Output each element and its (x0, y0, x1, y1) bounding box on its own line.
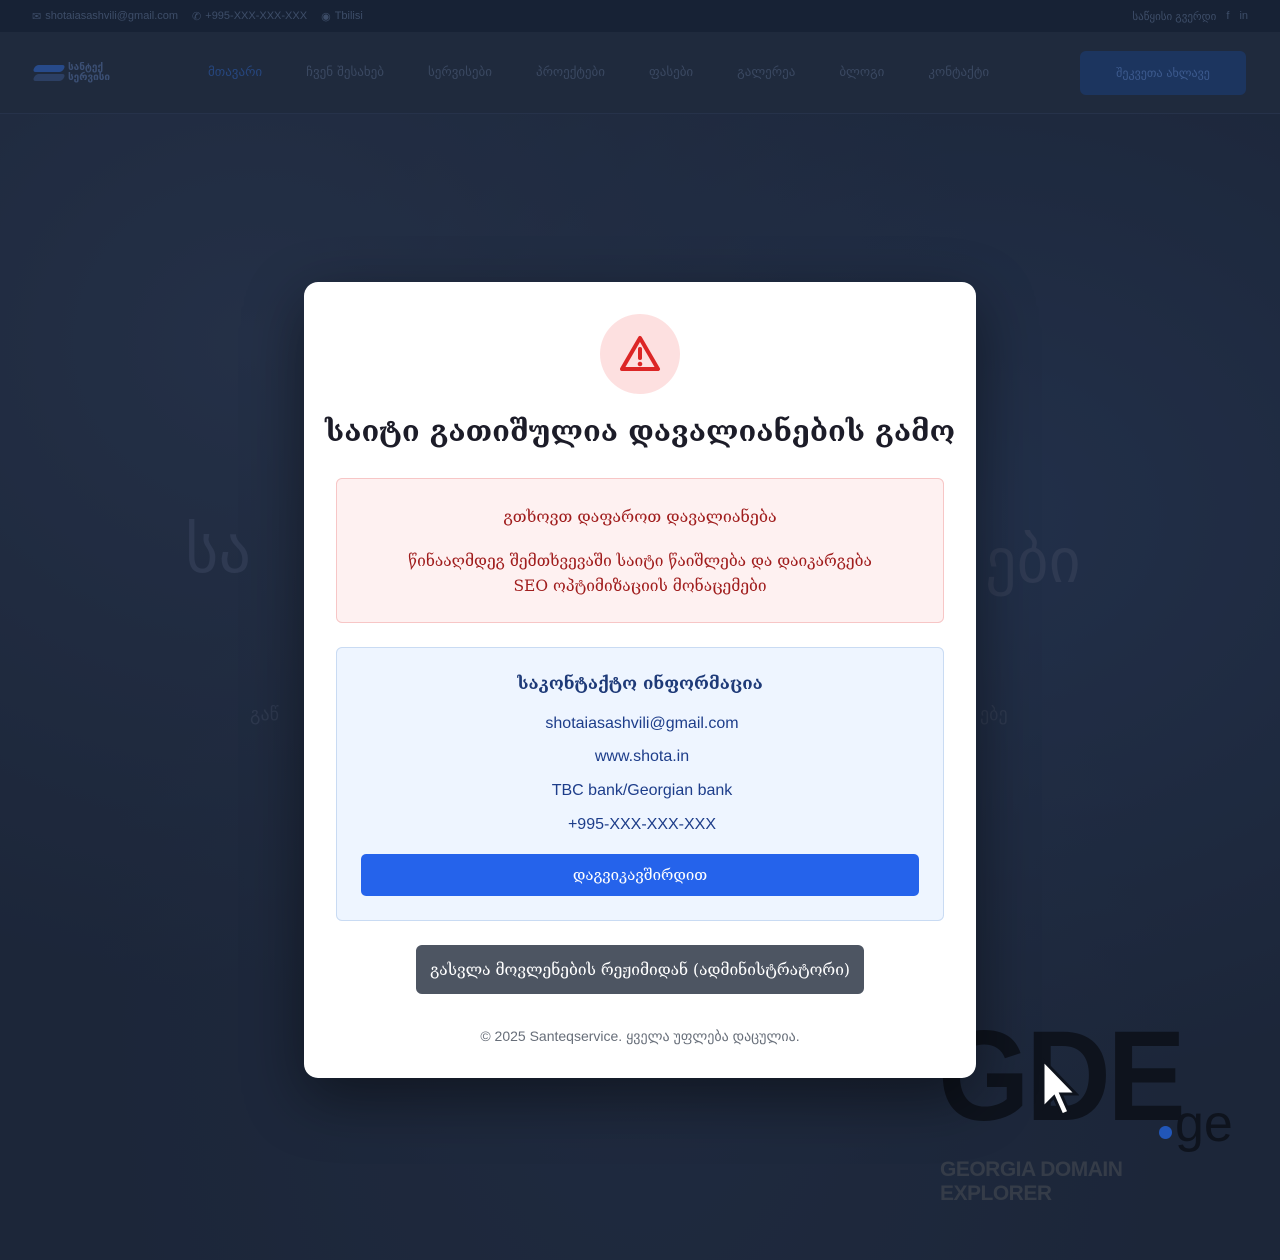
topbar-right: საწყისი გვერდი f in (1132, 10, 1248, 23)
hero-subtitle-left: გაწ (250, 704, 279, 725)
nav-link-services[interactable]: სერვისები (410, 65, 518, 80)
hero-subtitle-right: ებე (980, 704, 1008, 725)
exit-maintenance-button[interactable]: გასვლა მოვლენების რეჟიმიდან (ადმინისტრატ… (416, 945, 864, 994)
nav-link-about[interactable]: ჩვენ შესახებ (288, 65, 410, 80)
site-logo[interactable]: სანტექ სერვისი (34, 62, 154, 84)
hero-title-right: ები (985, 524, 1081, 597)
contact-us-button[interactable]: დაგვიკავშირდით (361, 854, 919, 896)
debt-text: წინააღმდეგ შემთხვევაში საიტი წაიშლება და… (408, 552, 872, 595)
topbar-email[interactable]: ✉ shotaiasashvili@gmail.com (32, 10, 178, 23)
contact-bank: TBC bank/Georgian bank (551, 782, 733, 799)
nav-link-gallery[interactable]: გალერეა (719, 65, 821, 80)
warning-circle (600, 314, 680, 394)
facebook-icon[interactable]: f (1226, 10, 1229, 22)
contact-phone[interactable]: +995-XXX-XXX-XXX (337, 816, 943, 834)
contact-title: საკონტაქტო ინფორმაცია (517, 674, 763, 694)
topbar-right-text[interactable]: საწყისი გვერდი (1132, 10, 1216, 23)
contact-info-box: საკონტაქტო ინფორმაცია shotaiasashvili@gm… (336, 647, 944, 921)
warning-triangle-icon (620, 336, 660, 371)
nav-link-blog[interactable]: ბლოგი (821, 65, 910, 80)
mail-icon: ✉ (32, 10, 42, 23)
watermark-dot (1159, 1126, 1172, 1139)
contact-email[interactable]: shotaiasashvili@gmail.com (337, 715, 943, 733)
location-icon: ◉ (321, 10, 331, 23)
debt-title: გთხოვთ დაფაროთ დავალიანება (503, 507, 777, 526)
linkedin-icon[interactable]: in (1239, 10, 1248, 22)
nav-link-home[interactable]: მთავარი (190, 65, 288, 80)
phone-icon: ✆ (192, 10, 202, 23)
nav-link-prices[interactable]: ფასები (631, 65, 719, 80)
suspended-modal: საიტი გათიშულია დავალიანების გამო გთხოვთ… (304, 282, 976, 1078)
watermark-tld: ge (1175, 1095, 1233, 1153)
cursor-icon (1041, 1058, 1079, 1117)
modal-title: საიტი გათიშულია დავალიანების გამო (324, 414, 956, 448)
contact-website[interactable]: www.shota.in (337, 748, 943, 766)
nav-link-projects[interactable]: პროექტები (518, 65, 631, 80)
nav-cta-button[interactable]: შეკვეთა ახლავე (1080, 50, 1246, 95)
debt-alert-box: გთხოვთ დაფაროთ დავალიანება წინააღმდეგ შე… (336, 478, 944, 623)
copyright-text: © 2025 Santeqservice. ყველა უფლება დაცულ… (480, 1028, 800, 1044)
topbar-location: ◉ Tbilisi (321, 10, 363, 23)
logo-mark-icon (34, 62, 64, 84)
gde-watermark: GDE ge GEORGIA DOMAIN EXPLORER (938, 1013, 1238, 1206)
navbar: სანტექ სერვისი მთავარი ჩვენ შესახებ სერვ… (0, 32, 1280, 114)
nav-link-contact[interactable]: კონტაქტი (910, 65, 1015, 80)
logo-text: სანტექ სერვისი (68, 61, 111, 83)
watermark-subtitle: GEORGIA DOMAIN EXPLORER (940, 1158, 1123, 1205)
hero-title-left: სა (185, 514, 251, 588)
topbar: ✉ shotaiasashvili@gmail.com ✆ +995-XXX-X… (0, 0, 1280, 32)
nav-links: მთავარი ჩვენ შესახებ სერვისები პროექტები… (190, 65, 1015, 80)
topbar-phone[interactable]: ✆ +995-XXX-XXX-XXX (192, 10, 307, 23)
